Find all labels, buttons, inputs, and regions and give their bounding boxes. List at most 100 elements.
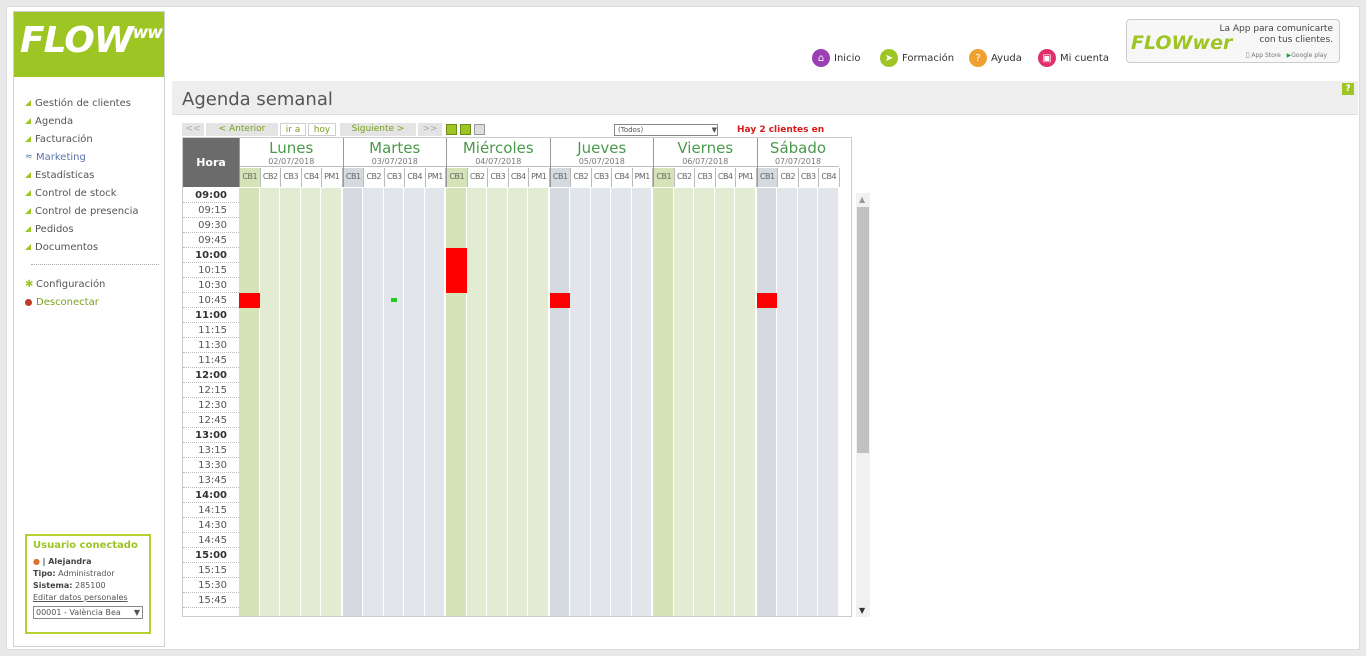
time-slot-label: 14:30 [183, 518, 239, 533]
sidebar-item-label: Control de presencia [35, 205, 139, 217]
sidebar-item[interactable]: Pedidos [25, 220, 159, 238]
appointment-block[interactable] [239, 293, 260, 308]
cabin-header: CB1 [240, 168, 261, 187]
cabin-column[interactable] [383, 188, 404, 616]
nav-formacion-label: Formación [902, 52, 955, 64]
cabin-column[interactable] [259, 188, 280, 616]
previous-week-button[interactable]: < Anterior [206, 123, 278, 136]
day-header: Jueves 05/07/2018 CB1 CB2 CB3 CB4 PM1 [549, 138, 653, 187]
refresh-icon[interactable] [446, 124, 457, 135]
cabin-column[interactable] [549, 188, 570, 616]
cabin-column[interactable] [363, 188, 384, 616]
logo[interactable]: FLOWww [14, 12, 164, 77]
sidebar-item[interactable]: Control de stock [25, 184, 159, 202]
time-slot-label: 11:30 [183, 338, 239, 353]
time-slot-label: 15:30 [183, 578, 239, 593]
help-button[interactable]: ? [1342, 83, 1354, 95]
time-slot-label: 15:15 [183, 563, 239, 578]
agenda-toolbar: << < Anterior ir a hoy Siguiente > >> (T… [182, 123, 852, 145]
last-week-button[interactable]: >> [418, 123, 442, 136]
sidebar-item-label: Documentos [35, 241, 99, 253]
cabin-column[interactable] [239, 188, 260, 616]
appointment-block[interactable] [446, 248, 467, 293]
appointment-block[interactable] [756, 293, 777, 308]
filter-select[interactable]: (Todos) ▼ [614, 124, 718, 136]
sidebar-item[interactable]: Documentos [25, 238, 159, 256]
cabin-column[interactable] [300, 188, 321, 616]
day-header: Sábado 07/07/2018 CB1 CB2 CB3 CB4 [756, 138, 840, 187]
cabin-column[interactable] [694, 188, 715, 616]
cabin-column[interactable] [735, 188, 756, 616]
cabin-column[interactable] [653, 188, 674, 616]
time-slot-label: 14:00 [183, 488, 239, 503]
time-slot-label: 15:45 [183, 593, 239, 608]
cabin-column[interactable] [424, 188, 445, 616]
lock-icon[interactable] [460, 124, 471, 135]
user-panel: Usuario conectado ● | Alejandra Tipo: Ad… [25, 534, 151, 634]
cabin-column[interactable] [631, 188, 652, 616]
cabin-column[interactable] [280, 188, 301, 616]
today-button[interactable]: hoy [308, 123, 336, 136]
cabin-column[interactable] [466, 188, 487, 616]
goto-date-button[interactable]: ir a [280, 123, 306, 136]
cabin-column[interactable] [528, 188, 549, 616]
sidebar-item[interactable]: Agenda [25, 112, 159, 130]
cabin-header: CB2 [778, 168, 799, 187]
nav-mi-cuenta[interactable]: ▣ Mi cuenta [1038, 49, 1109, 67]
sidebar-item-desconectar[interactable]: Desconectar [25, 293, 159, 311]
sidebar-item-configuracion[interactable]: ✱ Configuración [25, 275, 159, 293]
cabin-column[interactable] [818, 188, 839, 616]
cabin-header: PM1 [736, 168, 757, 187]
cabin-header: CB4 [301, 168, 322, 187]
sidebar-item[interactable]: Control de presencia [25, 202, 159, 220]
cabin-column[interactable] [714, 188, 735, 616]
cabin-column[interactable] [611, 188, 632, 616]
cabin-column[interactable] [570, 188, 591, 616]
sidebar-item[interactable]: ≈ Marketing [25, 148, 159, 166]
scroll-thumb[interactable] [857, 207, 869, 453]
cabin-column[interactable] [756, 188, 777, 616]
cabin-column[interactable] [507, 188, 528, 616]
nav-ayuda-label: Ayuda [991, 52, 1022, 64]
cabin-column[interactable] [797, 188, 818, 616]
sidebar-item[interactable]: Gestión de clientes [25, 94, 159, 112]
cabin-header: CB2 [674, 168, 695, 187]
next-week-button[interactable]: Siguiente > [340, 123, 416, 136]
cabin-column[interactable] [404, 188, 425, 616]
time-slot-label: 10:15 [183, 263, 239, 278]
first-week-button[interactable]: << [182, 123, 204, 136]
home-icon: ⌂ [812, 49, 830, 67]
cabin-headers: CB1 CB2 CB3 CB4 PM1 [343, 168, 446, 187]
time-slot-label: 12:30 [183, 398, 239, 413]
cabin-column[interactable] [321, 188, 342, 616]
cabin-column[interactable] [487, 188, 508, 616]
day-date: 07/07/2018 [757, 157, 839, 167]
cabin-header: CB4 [508, 168, 529, 187]
sidebar-item-label: Control de stock [35, 187, 117, 199]
nav-ayuda[interactable]: ? Ayuda [969, 49, 1022, 67]
center-select[interactable]: 00001 - València Bea ▼ [33, 606, 143, 619]
edit-profile-link[interactable]: Editar datos personales [33, 593, 128, 602]
sidebar-item[interactable]: Facturación [25, 130, 159, 148]
cabin-header: CB1 [757, 168, 778, 187]
nav-formacion[interactable]: ➤ Formación [880, 49, 954, 67]
cabin-column[interactable] [673, 188, 694, 616]
appointment-block[interactable] [549, 293, 570, 308]
cabin-column[interactable] [342, 188, 363, 616]
nav-inicio[interactable]: ⌂ Inicio [812, 49, 860, 67]
scroll-up-icon[interactable]: ▲ [859, 195, 865, 204]
day-header: Miércoles 04/07/2018 CB1 CB2 CB3 CB4 PM1 [446, 138, 550, 187]
app-banner[interactable]: FLOWwer La App para comunicarte con tus c… [1126, 19, 1340, 63]
cabin-column[interactable] [777, 188, 798, 616]
print-icon[interactable] [474, 124, 485, 135]
cabin-column[interactable] [590, 188, 611, 616]
day-name: Martes [369, 139, 421, 157]
sidebar-item[interactable]: Estadísticas [25, 166, 159, 184]
day-name: Miércoles [462, 139, 534, 157]
scroll-down-icon[interactable]: ▼ [859, 606, 865, 615]
time-column: 09:00 09:15 09:30 09:45 10:00 10:15 10:30 10:45… [183, 188, 239, 608]
vertical-scrollbar[interactable]: ▲ ▼ [856, 193, 870, 617]
time-slot-label: 12:45 [183, 413, 239, 428]
cabin-header: CB1 [343, 168, 364, 187]
appointment-marker[interactable] [390, 298, 397, 302]
